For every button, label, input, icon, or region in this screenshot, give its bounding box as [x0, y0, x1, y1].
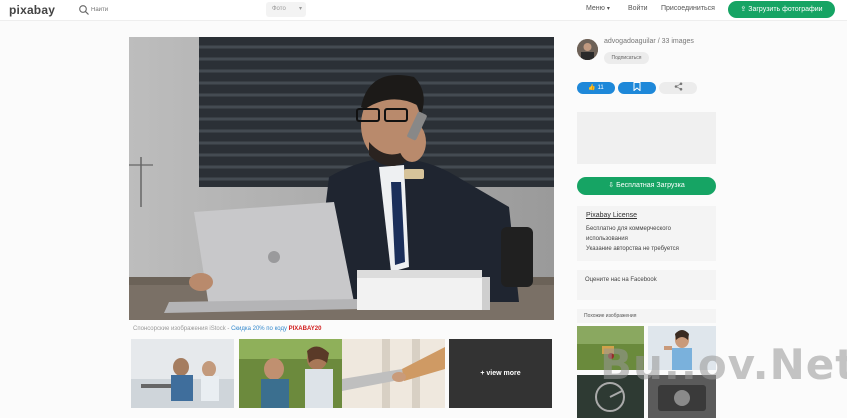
follow-button[interactable]: Подписаться: [604, 52, 649, 64]
chevron-down-icon: ▾: [606, 6, 610, 12]
thumbnail-image[interactable]: [131, 339, 234, 408]
license-line: использования: [586, 236, 628, 242]
top-header: pixabay Фото ▾ Меню ▾ Войти Присоединить…: [0, 0, 847, 21]
nav-menu[interactable]: Меню ▾: [586, 5, 610, 12]
license-box: Pixabay License Бесплатно для коммерческ…: [577, 206, 716, 261]
photo-businessman-on-phone: [129, 37, 554, 320]
search-icon: [79, 5, 89, 15]
main-photo[interactable]: [129, 37, 554, 320]
author-name[interactable]: advogadoaguilar / 33 images: [604, 38, 694, 45]
bookmark-icon: [633, 82, 641, 92]
save-button[interactable]: [618, 82, 656, 94]
upload-icon: ⇪: [740, 6, 747, 13]
search-type-dropdown[interactable]: Фото ▾: [266, 2, 306, 17]
thumbnail-image[interactable]: [239, 339, 342, 408]
license-link[interactable]: Pixabay License: [586, 212, 637, 219]
similar-images-header: Похожие изображения: [577, 309, 716, 323]
author-avatar[interactable]: [577, 39, 598, 60]
free-download-button[interactable]: ⇩ Бесплатная Загрузка: [577, 177, 716, 195]
sponsored-caption: Спонсорские изображения iStock - Скидка …: [133, 326, 322, 332]
ad-placeholder: [577, 112, 716, 164]
watermark-text: Bu..ov.Net: [600, 340, 847, 389]
chevron-down-icon: ▾: [298, 6, 302, 12]
view-more-button[interactable]: + view more: [449, 339, 552, 408]
caption-prefix[interactable]: Спонсорские изображения iStock: [133, 326, 226, 332]
facebook-rating-box[interactable]: Оцените нас на Facebook: [577, 270, 716, 300]
facebook-rating-text: Оцените нас на Facebook: [585, 277, 657, 283]
share-icon: [674, 82, 682, 91]
license-line: Указание авторства не требуется: [586, 246, 679, 252]
license-line: Бесплатно для коммерческого: [586, 226, 671, 232]
pixabay-logo[interactable]: pixabay: [9, 3, 55, 17]
like-button[interactable]: 👍 11: [577, 82, 615, 94]
thumbnail-image[interactable]: [342, 339, 445, 408]
search-type-label: Фото: [272, 6, 286, 12]
thumbs-up-icon: 👍: [588, 85, 596, 91]
search-input[interactable]: [91, 3, 266, 16]
nav-join[interactable]: Присоединиться: [661, 5, 715, 12]
promo-code[interactable]: PIXABAY20: [289, 326, 322, 332]
nav-login[interactable]: Войти: [628, 5, 648, 12]
view-more-label: + view more: [480, 370, 521, 377]
share-button[interactable]: [659, 82, 697, 94]
download-icon: ⇩: [608, 182, 615, 189]
promo-text[interactable]: Скидка 20% по коду: [231, 326, 289, 332]
upload-photos-button[interactable]: ⇪ Загрузить фотографии: [728, 1, 835, 18]
